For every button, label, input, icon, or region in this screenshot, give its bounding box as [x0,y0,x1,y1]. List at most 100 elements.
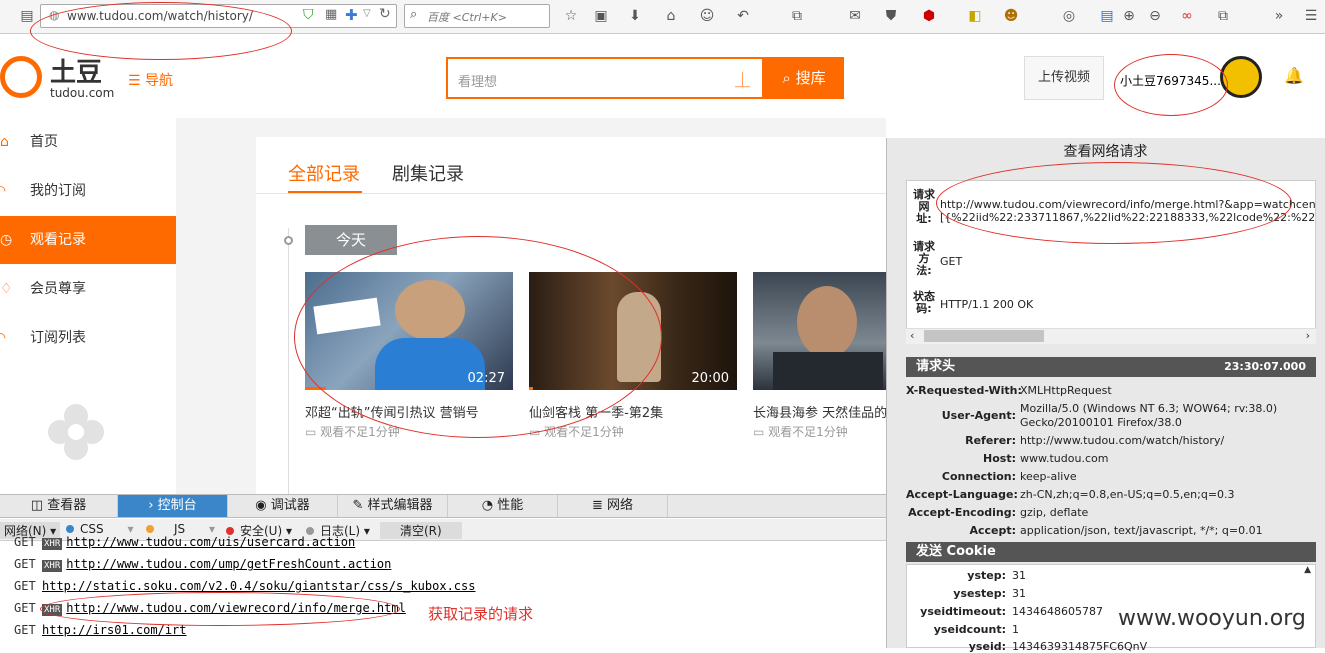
logo-mark [0,56,42,98]
tab-icon[interactable]: ◧ [966,7,984,25]
console-row[interactable]: GET XHR http://www.tudou.com/ump/getFreshC… [14,557,391,572]
cookie-key: yseidtimeout: [920,605,1006,618]
zoom-in-icon[interactable]: ⊕ [1120,7,1138,25]
tab-all-records[interactable]: 全部记录 [288,160,360,186]
annotation-ellipse-request-url [936,162,1292,244]
adblock-icon[interactable]: ⬢ [920,7,938,25]
undo-icon[interactable]: ↶ [734,7,752,25]
devtools-tab-performance[interactable]: ◔ 性能 [448,495,558,517]
cookie-key: ystep: [967,569,1006,582]
cookie-value: 31 [1012,569,1026,582]
devtools-tab-style-editor[interactable]: ✎ 样式编辑器 [338,495,448,517]
video-watch-meta: ▭ 观看不足1分钟 [305,423,400,440]
sidebar-item-home[interactable]: ⌂ 首页 [0,118,176,166]
filter-css[interactable]: CSS ▾ [66,522,133,536]
sidebar-item-history[interactable]: ◷ 观看记录 [0,216,176,264]
status-label: 状态码: [913,290,935,315]
site-search-placeholder: 看理想 [458,75,498,90]
link-icon[interactable]: ∞ [1178,7,1196,25]
annotation-text: 获取记录的请求 [428,605,534,623]
header-value: Mozilla/5.0 (Windows NT 6.3; WOW64; rv:3… [1020,402,1278,415]
divider [256,193,886,194]
upload-video-button[interactable]: 上传视频 [1024,56,1104,100]
scroll-left-icon[interactable]: ‹ [910,329,914,342]
sidebar-item-label: 首页 [30,134,58,150]
annotation-ellipse-url [30,2,292,60]
filter-js[interactable]: JS ▾ [146,522,215,536]
qr-icon[interactable]: ▦ [325,7,337,22]
annotation-ellipse-videos [294,236,662,438]
xhr-badge: XHR [42,538,63,550]
devtools-tab-debugger[interactable]: ◉ 调试器 [228,495,338,517]
reading-list-icon[interactable]: ▣ [592,7,610,25]
rss-icon: ◝ [0,330,6,346]
request-time: 23:30:07.000 [1224,360,1306,373]
crop-icon[interactable]: ⧉ [788,7,806,25]
console-row[interactable]: GET XHR http://www.tudou.com/uis/usercard.… [14,535,355,550]
header-key: X-Requested-With: [906,384,1022,397]
header-key: User-Agent: [941,409,1016,422]
sidebar-item-subscriptions[interactable]: ◝ 我的订阅 [0,167,176,215]
layers-icon[interactable]: ◎ [1060,7,1078,25]
annotation-ellipse-username [1114,54,1228,116]
request-url-label: 请求网址: [913,188,935,225]
devtools-tabbar: ◫ 查看器 › 控制台 ◉ 调试器 ✎ 样式编辑器 ◔ 性能 ≣ 网络 [0,494,886,518]
reload-icon[interactable]: ↻ [379,6,391,22]
video-title[interactable]: 长海县海参 天然佳品的 [753,402,886,421]
zoom-out-icon[interactable]: ⊖ [1146,7,1164,25]
cookie-key: yseid: [968,640,1006,653]
monitor-icon: ▭ [753,425,765,439]
console-row[interactable]: GET http://static.soku.com/v2.0.4/soku/gi… [14,579,475,593]
status-value: HTTP/1.1 200 OK [940,298,1034,311]
header-value: http://www.tudou.com/watch/history/ [1020,434,1225,447]
shield-toolbar-icon[interactable]: ⛊ [882,7,900,25]
header-value: XMLHttpRequest [1020,384,1112,397]
home-icon[interactable]: ⌂ [662,7,680,25]
devtools-tab-network[interactable]: ≣ 网络 [558,495,668,517]
method-label: 请求方法: [913,240,935,277]
search-button[interactable]: ⌕ 搜库 [764,57,844,99]
bell-icon[interactable]: 🔔 [1284,66,1304,85]
browser-search-input[interactable]: ⌕ 百度 <Ctrl+K> [404,4,550,28]
scrollbar-thumb[interactable] [924,330,1044,342]
site-search-input[interactable]: 看理想 ⏊ [446,57,764,99]
shield-icon[interactable]: ⛉ [303,7,314,23]
video-thumbnail[interactable] [753,272,886,390]
notebook-icon[interactable]: ▤ [1098,7,1116,25]
comment-icon[interactable]: ✉ [846,7,864,25]
monitor-icon: ▭ [305,425,317,439]
devtools-tab-console[interactable]: › 控制台 [118,495,228,517]
menu-icon[interactable]: ☰ [1302,7,1320,25]
header-value: gzip, deflate [1020,506,1089,519]
add-icon[interactable]: ✚ [345,6,358,24]
chat-icon[interactable]: ☺ [698,7,716,25]
download-icon[interactable]: ⬇ [626,7,644,25]
chart-icon[interactable]: ⏊ [735,69,750,90]
scroll-up-icon[interactable]: ▲ [1304,565,1311,575]
header-value: keep-alive [1020,470,1077,483]
tab-series-records[interactable]: 剧集记录 [392,160,464,186]
devtools-tab-inspector[interactable]: ◫ 查看器 [0,495,118,517]
watermark: www.wooyun.org [1118,606,1306,631]
vip-icon: ♢ [0,281,13,297]
style-editor-icon: ✎ [352,498,364,513]
nav-menu-button[interactable]: ☰ 导航 [128,70,173,90]
header-value: www.tudou.com [1020,452,1109,465]
annotation-ellipse-request-row [40,592,400,626]
home-icon: ⌂ [0,134,9,150]
bookmark-star-icon[interactable]: ☆ [562,7,580,25]
dropdown-icon[interactable]: ▽ [363,8,371,19]
share-icon[interactable]: ⧉ [1214,7,1232,25]
cookie-key: ysestep: [953,587,1006,600]
video-watch-meta-text: 观看不足1分钟 [768,425,848,439]
clear-button[interactable]: 清空(R) [380,522,462,539]
overflow-icon[interactable]: » [1270,7,1288,25]
site-logo[interactable]: 土豆 tudou.com [0,52,114,102]
search-icon: ⌕ [410,7,418,22]
sidebar-item-subscription-list[interactable]: ◝ 订阅列表 [0,314,176,362]
sidebar-item-label: 订阅列表 [30,330,86,346]
scroll-right-icon[interactable]: › [1306,329,1310,342]
sidebar-item-vip[interactable]: ♢ 会员尊享 [0,265,176,313]
monkey-icon[interactable]: ☻ [1002,7,1020,25]
console-row[interactable]: GET http://irs01.com/irt [14,623,187,637]
